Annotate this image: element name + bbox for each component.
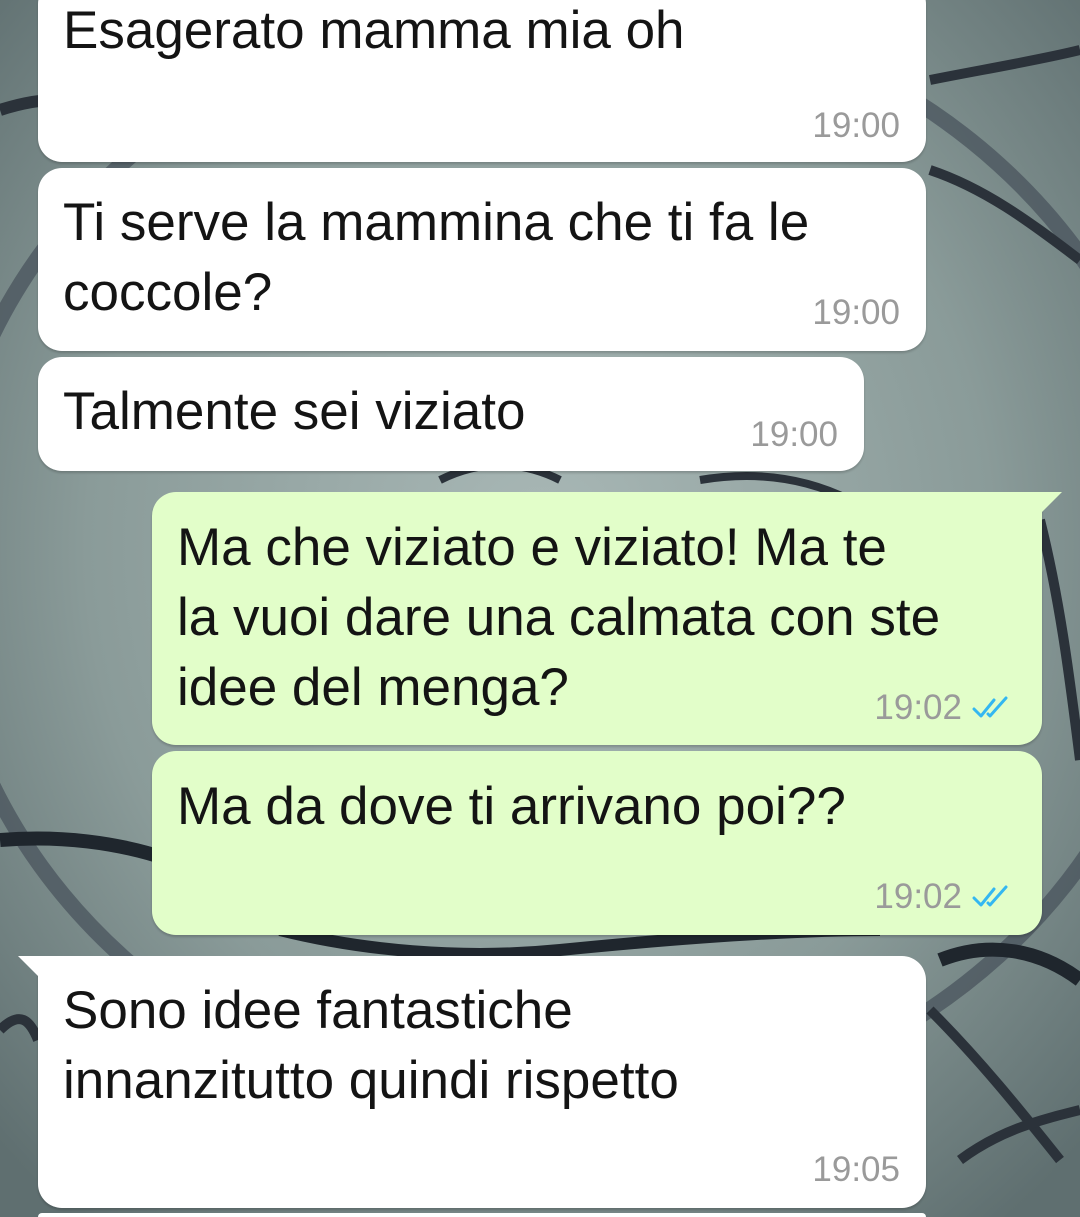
message-text: Ma da dove ti arrivano poi?? bbox=[177, 772, 846, 842]
message-bubble-outgoing[interactable]: Ma che viziato e viziato! Ma te la vuoi … bbox=[152, 492, 1062, 745]
message-time: 19:00 bbox=[812, 293, 900, 332]
message-text: Esagerato mamma mia oh bbox=[63, 0, 685, 66]
double-check-icon bbox=[972, 696, 1008, 718]
message-text: Ma che viziato e viziato! Ma te la vuoi … bbox=[177, 513, 940, 723]
message-time: 19:02 bbox=[874, 877, 962, 916]
bubble-tail bbox=[1040, 492, 1062, 514]
message-time: 19:00 bbox=[812, 106, 900, 145]
message-line: innanzitutto quindi rispetto bbox=[63, 1051, 679, 1110]
message-line: la vuoi dare una calmata con ste bbox=[177, 588, 941, 647]
message-time: 19:05 bbox=[812, 1150, 900, 1189]
double-check-icon bbox=[972, 885, 1008, 907]
message-line: Ti serve la mammina che ti fa le bbox=[63, 193, 810, 252]
message-bubble-incoming[interactable]: Sono idee fantastiche innanzitutto quind… bbox=[18, 956, 926, 1208]
message-bubble-outgoing[interactable]: Ma da dove ti arrivano poi?? 19:02 bbox=[152, 751, 1042, 935]
bubble-tail bbox=[18, 956, 40, 978]
message-bubble-incoming[interactable]: Ti serve la mammina che ti fa le coccole… bbox=[38, 168, 926, 351]
conversation: Esagerato mamma mia oh 19:00 Ti serve la… bbox=[0, 0, 1080, 1217]
message-line: coccole? bbox=[63, 263, 273, 322]
message-bubble-incoming-partial[interactable] bbox=[38, 1213, 926, 1217]
message-time: 19:02 bbox=[874, 688, 962, 727]
message-text: Ti serve la mammina che ti fa le coccole… bbox=[63, 188, 809, 328]
message-text: Sono idee fantastiche innanzitutto quind… bbox=[63, 976, 679, 1116]
message-line: idee del menga? bbox=[177, 658, 569, 717]
message-line: Ma che viziato e viziato! Ma te bbox=[177, 518, 887, 577]
message-line: Esagerato mamma mia oh bbox=[63, 1, 685, 60]
message-line: Sono idee fantastiche bbox=[63, 981, 573, 1040]
message-bubble-incoming[interactable]: Talmente sei viziato 19:00 bbox=[38, 357, 864, 471]
message-bubble-incoming[interactable]: Esagerato mamma mia oh 19:00 bbox=[38, 0, 926, 162]
message-line: Talmente sei viziato bbox=[63, 382, 526, 441]
message-time: 19:00 bbox=[750, 415, 838, 454]
message-line: Ma da dove ti arrivano poi?? bbox=[177, 777, 846, 836]
message-text: Talmente sei viziato bbox=[63, 377, 525, 447]
